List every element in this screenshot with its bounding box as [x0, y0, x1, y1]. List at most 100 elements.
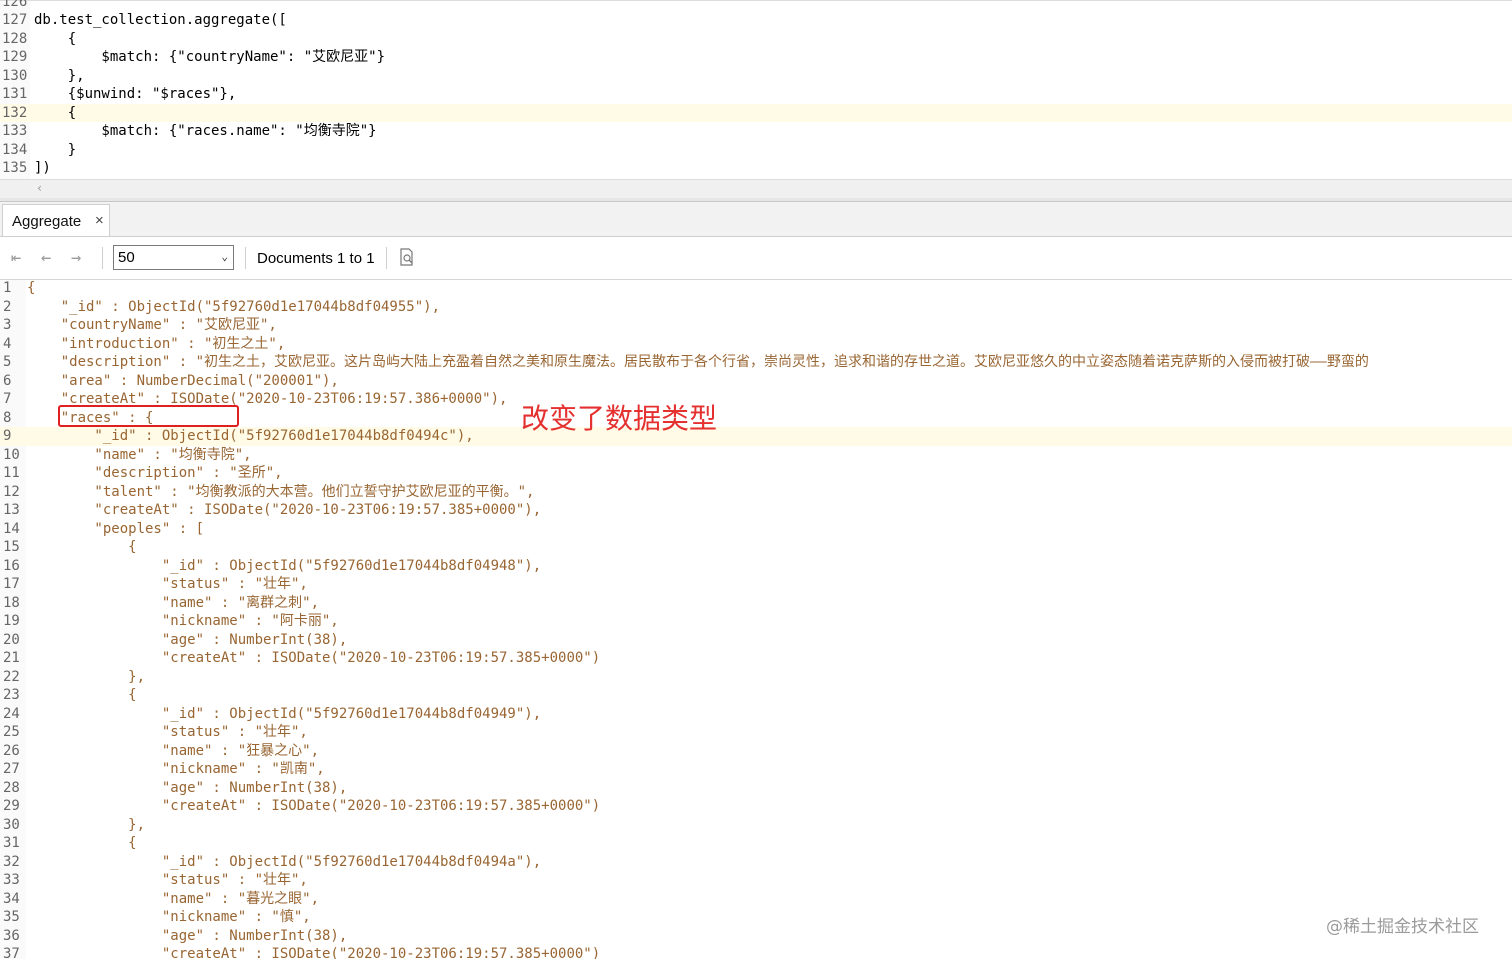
- annotation-text: 改变了数据类型: [521, 402, 718, 435]
- result-line[interactable]: 6 "area" : NumberDecimal("200001"),: [0, 372, 1512, 391]
- line-number: 133: [2, 123, 28, 139]
- result-line[interactable]: 26 "name" : "狂暴之心",: [0, 742, 1512, 761]
- code-text: {: [34, 104, 77, 121]
- result-line[interactable]: 32 "_id" : ObjectId("5f92760d1e17044b8df…: [0, 853, 1512, 872]
- line-number: 11: [3, 465, 20, 481]
- result-line[interactable]: 15 {: [0, 538, 1512, 557]
- result-line[interactable]: 17 "status" : "壮年",: [0, 575, 1512, 594]
- result-code-text: "createAt" : ISODate("2020-10-23T06:19:5…: [27, 650, 601, 666]
- editor-horizontal-scrollbar[interactable]: ‹: [0, 179, 1512, 200]
- result-tab-bar: Aggregate ×: [0, 202, 1512, 237]
- editor-line[interactable]: 131 {$unwind: "$races"},: [0, 85, 1512, 104]
- line-number: 1: [3, 280, 12, 296]
- result-line[interactable]: 28 "age" : NumberInt(38),: [0, 779, 1512, 798]
- result-line[interactable]: 9 "_id" : ObjectId("5f92760d1e17044b8df0…: [0, 427, 1512, 446]
- result-line[interactable]: 10 "name" : "均衡寺院",: [0, 446, 1512, 465]
- result-code-text: "status" : "壮年",: [27, 872, 308, 888]
- line-number: 130: [2, 67, 28, 84]
- line-number: 19: [3, 613, 20, 629]
- editor-line[interactable]: 135]): [0, 159, 1512, 178]
- toolbar-divider: [102, 247, 103, 269]
- line-number: 6: [3, 372, 12, 389]
- line-number: 7: [3, 391, 12, 407]
- line-number: 25: [3, 724, 20, 740]
- line-number: 28: [3, 779, 20, 796]
- result-line[interactable]: 34 "name" : "暮光之眼",: [0, 890, 1512, 909]
- result-line[interactable]: 2 "_id" : ObjectId("5f92760d1e17044b8df0…: [0, 298, 1512, 317]
- result-code-text: {: [27, 280, 36, 296]
- result-line[interactable]: 29 "createAt" : ISODate("2020-10-23T06:1…: [0, 797, 1512, 816]
- result-line[interactable]: 27 "nickname" : "凯南",: [0, 760, 1512, 779]
- editor-line[interactable]: 127 db.test_collection.aggregate([: [0, 11, 1512, 30]
- result-line[interactable]: 22 },: [0, 668, 1512, 687]
- result-line[interactable]: 25 "status" : "壮年",: [0, 723, 1512, 742]
- result-line[interactable]: 1{: [0, 280, 1512, 298]
- editor-line[interactable]: 132 {: [0, 103, 1512, 122]
- first-page-icon[interactable]: ⇤: [11, 248, 21, 268]
- result-line[interactable]: 23 {: [0, 686, 1512, 705]
- code-text: $match: {"races.name": "均衡寺院"}: [34, 123, 377, 139]
- result-code-text: "description" : "圣所",: [27, 465, 283, 481]
- line-number: 131: [2, 86, 28, 102]
- result-code-text: "description" : "初生之土，艾欧尼亚。这片岛屿大陆上充盈着自然之…: [27, 354, 1369, 370]
- line-number: 10: [3, 446, 20, 463]
- result-code-text: "introduction" : "初生之土",: [27, 335, 286, 352]
- result-line[interactable]: 19 "nickname" : "阿卡丽",: [0, 612, 1512, 631]
- tab-aggregate[interactable]: Aggregate ×: [2, 204, 110, 236]
- result-line[interactable]: 12 "talent" : "均衡教派的大本营。他们立誓守护艾欧尼亚的平衡。",: [0, 483, 1512, 502]
- find-in-results-icon[interactable]: [398, 248, 416, 266]
- line-number: 20: [3, 631, 20, 648]
- editor-line[interactable]: 134 }: [0, 141, 1512, 160]
- result-line[interactable]: 31 {: [0, 834, 1512, 853]
- result-code-text: "_id" : ObjectId("5f92760d1e17044b8df049…: [27, 428, 474, 444]
- editor-line[interactable]: 130 },: [0, 67, 1512, 86]
- watermark: @稀土掘金技术社区: [1326, 917, 1479, 937]
- result-line[interactable]: 4 "introduction" : "初生之土",: [0, 335, 1512, 354]
- result-line[interactable]: 35 "nickname" : "慎",: [0, 908, 1512, 927]
- result-code-text: "talent" : "均衡教派的大本营。他们立誓守护艾欧尼亚的平衡。",: [27, 483, 535, 500]
- result-code-text: "_id" : ObjectId("5f92760d1e17044b8df049…: [27, 298, 441, 315]
- editor-line[interactable]: 133 $match: {"races.name": "均衡寺院"}: [0, 122, 1512, 141]
- result-code-text: "name" : "均衡寺院",: [27, 446, 252, 463]
- previous-page-icon[interactable]: ←: [41, 248, 51, 268]
- line-number: 132: [2, 104, 28, 121]
- editor-line[interactable]: 129 $match: {"countryName": "艾欧尼亚"}: [0, 48, 1512, 67]
- result-code-text: "_id" : ObjectId("5f92760d1e17044b8df049…: [27, 557, 542, 574]
- editor-line[interactable]: 128 {: [0, 30, 1512, 49]
- result-line[interactable]: 3 "countryName" : "艾欧尼亚",: [0, 316, 1512, 335]
- result-code-text: {: [27, 539, 137, 555]
- result-code-text: "nickname" : "慎",: [27, 909, 311, 925]
- scroll-left-arrow-icon[interactable]: ‹: [36, 181, 43, 195]
- result-line[interactable]: 16 "_id" : ObjectId("5f92760d1e17044b8df…: [0, 557, 1512, 576]
- page-size-select[interactable]: 50 ⌄: [113, 245, 234, 270]
- result-line[interactable]: 33 "status" : "壮年",: [0, 871, 1512, 890]
- line-number: 9: [3, 428, 12, 444]
- result-line[interactable]: 5 "description" : "初生之土，艾欧尼亚。这片岛屿大陆上充盈着自…: [0, 353, 1512, 372]
- result-line[interactable]: 18 "name" : "离群之刺",: [0, 594, 1512, 613]
- result-line[interactable]: 37 "createAt" : ISODate("2020-10-23T06:1…: [0, 945, 1512, 959]
- query-editor[interactable]: 126 127 db.test_collection.aggregate([128 …: [0, 0, 1512, 200]
- line-number: 8: [3, 409, 12, 426]
- result-line[interactable]: 21 "createAt" : ISODate("2020-10-23T06:1…: [0, 649, 1512, 668]
- result-line[interactable]: 13 "createAt" : ISODate("2020-10-23T06:1…: [0, 501, 1512, 520]
- result-text-view[interactable]: 1{2 "_id" : ObjectId("5f92760d1e17044b8d…: [0, 280, 1512, 959]
- result-line[interactable]: 30 },: [0, 816, 1512, 835]
- result-line[interactable]: 36 "age" : NumberInt(38),: [0, 927, 1512, 946]
- result-code-text: "_id" : ObjectId("5f92760d1e17044b8df049…: [27, 705, 542, 722]
- line-number: 126: [2, 0, 28, 10]
- line-number: 30: [3, 816, 20, 833]
- line-number: 27: [3, 761, 20, 777]
- result-line[interactable]: 24 "_id" : ObjectId("5f92760d1e17044b8df…: [0, 705, 1512, 724]
- page-size-value: 50: [118, 249, 135, 266]
- result-line[interactable]: 14 "peoples" : [: [0, 520, 1512, 539]
- result-code-text: "peoples" : [: [27, 520, 205, 537]
- editor-line[interactable]: 126: [0, 0, 1512, 11]
- documents-range-label: Documents 1 to 1: [257, 250, 375, 267]
- line-number: 4: [3, 335, 12, 352]
- next-page-icon[interactable]: →: [71, 248, 81, 268]
- line-number: 23: [3, 687, 20, 703]
- line-number: 2: [3, 298, 12, 315]
- close-icon[interactable]: ×: [95, 212, 104, 229]
- result-line[interactable]: 11 "description" : "圣所",: [0, 464, 1512, 483]
- result-line[interactable]: 20 "age" : NumberInt(38),: [0, 631, 1512, 650]
